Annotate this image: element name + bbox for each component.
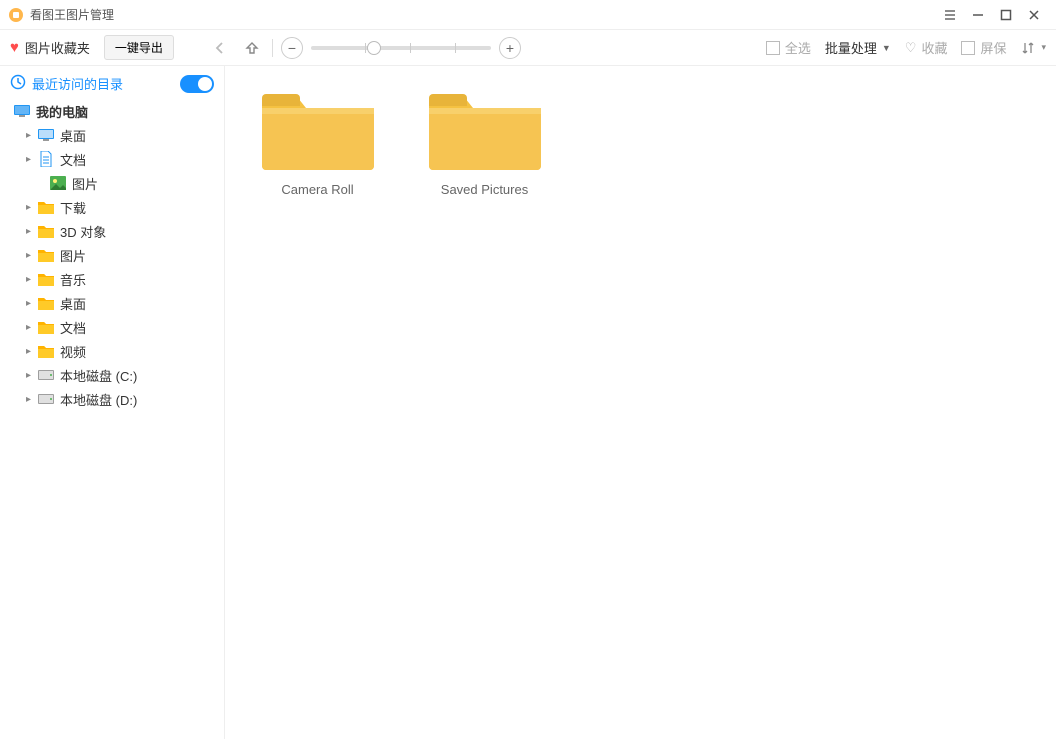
- sidebar-item[interactable]: ▸ 视频: [0, 339, 224, 363]
- sidebar-item[interactable]: ▸ 桌面: [0, 291, 224, 315]
- batch-process[interactable]: 批量处理 ▼: [825, 38, 891, 57]
- my-computer-row[interactable]: 我的电脑: [0, 99, 224, 123]
- up-button[interactable]: [240, 36, 264, 60]
- expand-arrow-icon[interactable]: ▸: [26, 346, 38, 357]
- close-button[interactable]: [1020, 1, 1048, 29]
- sidebar-item-label: 视频: [60, 342, 86, 361]
- zoom-out-button[interactable]: −: [281, 37, 303, 59]
- expand-arrow-icon[interactable]: ▸: [26, 322, 38, 333]
- folder-item[interactable]: Saved Pictures: [422, 84, 547, 197]
- picture-icon: [50, 175, 66, 191]
- folder-icon: [38, 271, 54, 287]
- monitor-icon: [38, 127, 54, 143]
- sidebar-item[interactable]: 图片: [0, 171, 224, 195]
- app-title: 看图王图片管理: [30, 6, 936, 23]
- expand-arrow-icon[interactable]: ▸: [26, 370, 38, 381]
- sidebar-item-label: 本地磁盘 (C:): [60, 366, 137, 385]
- sidebar: 最近访问的目录 我的电脑 ▸桌面▸文档图片▸下载▸3D 对象▸图片▸音乐▸桌面▸…: [0, 66, 225, 739]
- screensaver-action[interactable]: 屏保: [961, 38, 1006, 57]
- zoom-in-button[interactable]: +: [499, 37, 521, 59]
- expand-arrow-icon[interactable]: ▸: [26, 298, 38, 309]
- folder-icon: [38, 343, 54, 359]
- clock-icon: [10, 74, 26, 93]
- sidebar-item-label: 图片: [60, 246, 86, 265]
- select-all-label: 全选: [785, 38, 811, 57]
- doc-icon: [38, 151, 54, 167]
- sidebar-item-label: 文档: [60, 318, 86, 337]
- sidebar-item-label: 桌面: [60, 294, 86, 313]
- folder-icon: [38, 223, 54, 239]
- sidebar-item[interactable]: ▸ 文档: [0, 315, 224, 339]
- recent-row[interactable]: 最近访问的目录: [0, 70, 224, 99]
- sidebar-item[interactable]: ▸ 文档: [0, 147, 224, 171]
- app-icon: [8, 7, 24, 23]
- titlebar: 看图王图片管理: [0, 0, 1056, 30]
- sidebar-item[interactable]: ▸ 3D 对象: [0, 219, 224, 243]
- export-button[interactable]: 一键导出: [104, 35, 174, 60]
- sidebar-item-label: 本地磁盘 (D:): [60, 390, 137, 409]
- sort-button[interactable]: ▾: [1020, 40, 1046, 56]
- folder-icon: [38, 319, 54, 335]
- zoom-slider[interactable]: [311, 46, 491, 50]
- sidebar-item-label: 3D 对象: [60, 222, 106, 241]
- batch-label: 批量处理: [825, 38, 877, 57]
- my-computer-label: 我的电脑: [36, 102, 88, 121]
- folder-label: Camera Roll: [281, 182, 353, 197]
- maximize-button[interactable]: [992, 1, 1020, 29]
- sidebar-item[interactable]: ▸ 本地磁盘 (D:): [0, 387, 224, 411]
- disk-icon: [38, 391, 54, 407]
- expand-arrow-icon[interactable]: ▸: [26, 394, 38, 405]
- back-button[interactable]: [208, 36, 232, 60]
- screensaver-checkbox[interactable]: [961, 41, 975, 55]
- sidebar-item[interactable]: ▸ 图片: [0, 243, 224, 267]
- recent-toggle[interactable]: [180, 75, 214, 93]
- folder-icon: [38, 295, 54, 311]
- folder-icon: [258, 84, 378, 170]
- computer-icon: [14, 103, 30, 119]
- folder-item[interactable]: Camera Roll: [255, 84, 380, 197]
- expand-arrow-icon[interactable]: ▸: [26, 250, 38, 261]
- content-area: Camera Roll Saved Pictures: [225, 66, 1056, 739]
- sidebar-item-label: 图片: [72, 174, 98, 193]
- expand-arrow-icon[interactable]: ▸: [26, 274, 38, 285]
- favorite-label: 收藏: [921, 38, 947, 57]
- sidebar-item[interactable]: ▸ 桌面: [0, 123, 224, 147]
- expand-arrow-icon[interactable]: ▸: [26, 226, 38, 237]
- heart-outline-icon: ♡: [905, 40, 917, 56]
- folder-icon: [38, 247, 54, 263]
- sidebar-item[interactable]: ▸ 本地磁盘 (C:): [0, 363, 224, 387]
- folder-icon: [38, 199, 54, 215]
- select-all[interactable]: 全选: [766, 38, 811, 57]
- sidebar-item-label: 音乐: [60, 270, 86, 289]
- favorite-action[interactable]: ♡ 收藏: [905, 38, 948, 57]
- select-all-checkbox[interactable]: [766, 41, 780, 55]
- menu-button[interactable]: [936, 1, 964, 29]
- disk-icon: [38, 367, 54, 383]
- favorites-label[interactable]: 图片收藏夹: [25, 38, 90, 57]
- dropdown-icon: ▼: [882, 43, 891, 53]
- folder-icon: [425, 84, 545, 170]
- expand-arrow-icon[interactable]: ▸: [26, 154, 38, 165]
- expand-arrow-icon[interactable]: ▸: [26, 130, 38, 141]
- zoom-slider-thumb[interactable]: [367, 41, 381, 55]
- sidebar-item-label: 下载: [60, 198, 86, 217]
- folder-label: Saved Pictures: [441, 182, 528, 197]
- sidebar-item[interactable]: ▸ 下载: [0, 195, 224, 219]
- minimize-button[interactable]: [964, 1, 992, 29]
- sidebar-item[interactable]: ▸ 音乐: [0, 267, 224, 291]
- heart-icon: ♥: [10, 39, 19, 56]
- screensaver-label: 屏保: [980, 38, 1006, 57]
- sidebar-item-label: 文档: [60, 150, 86, 169]
- sidebar-item-label: 桌面: [60, 126, 86, 145]
- recent-label: 最近访问的目录: [32, 74, 123, 93]
- divider: [272, 39, 273, 57]
- expand-arrow-icon[interactable]: ▸: [26, 202, 38, 213]
- toolbar: ♥ 图片收藏夹 一键导出 − + 全选 批量处理 ▼ ♡ 收藏 屏保: [0, 30, 1056, 66]
